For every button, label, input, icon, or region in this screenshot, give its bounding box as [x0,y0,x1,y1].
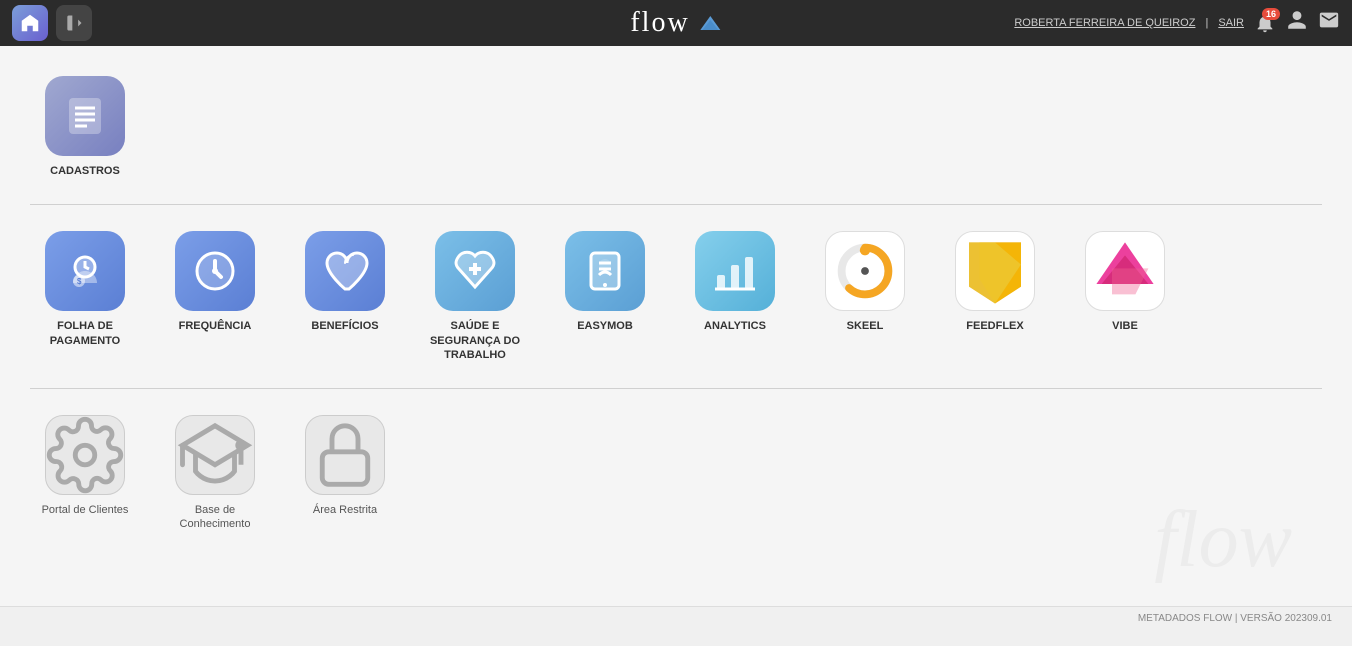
skeel-label: SKEEL [847,319,884,333]
logo-triangle-icon [700,15,722,31]
saude-svg [451,247,499,295]
app-analytics[interactable]: ANALYTICS [680,231,790,362]
benef-icon [305,231,385,311]
app-restrita[interactable]: Área Restrita [290,415,400,532]
footer-text: METADADOS FLOW | VERSÃO 202309.01 [1138,613,1332,624]
svg-text:$: $ [77,277,82,286]
footer: METADADOS FLOW | VERSÃO 202309.01 [0,606,1352,630]
app-vibe[interactable]: VIBE [1070,231,1180,362]
app-cadastros[interactable]: CADASTROS [30,76,140,178]
portal-icon [45,415,125,495]
lock-icon [306,416,384,494]
home-icon [19,12,41,34]
cadastros-label: CADASTROS [50,164,120,178]
logo-area: flow [630,7,721,39]
app-beneficios[interactable]: BENEFÍCIOS [290,231,400,362]
saude-icon [435,231,515,311]
separator: | [1205,17,1208,29]
freq-svg [191,247,239,295]
restrita-icon [305,415,385,495]
nav-left [12,5,92,41]
benef-svg [321,247,369,295]
cadastros-svg [61,92,109,140]
easymob-svg [581,247,629,295]
person-icon [1286,9,1308,31]
nav-right: ROBERTA FERREIRA DE QUEIROZ | SAIR 16 [1014,9,1340,37]
feedflex-icon [955,231,1035,311]
app-skeel[interactable]: SKEEL [810,231,920,362]
app-portal[interactable]: Portal de Clientes [30,415,140,532]
app-saude[interactable]: SAÚDE ESEGURANÇA DOTRABALHO [420,231,530,362]
saude-label: SAÚDE ESEGURANÇA DOTRABALHO [430,319,520,362]
app-feedflex[interactable]: FEEDFLEX [940,231,1050,362]
section-cadastros: CADASTROS [30,66,1322,188]
vibe-icon [1085,231,1165,311]
freq-label: FREQUÊNCIA [179,319,252,333]
app-easymob[interactable]: EASYMOB [550,231,660,362]
section-modules: $ FOLHA DEPAGAMENTO FREQUÊNCIA [30,221,1322,372]
easymob-icon [565,231,645,311]
folha-svg: $ [61,247,109,295]
sair-link[interactable]: SAIR [1218,17,1244,29]
top-navigation: flow ROBERTA FERREIRA DE QUEIROZ | SAIR … [0,0,1352,46]
exit-button[interactable] [56,5,92,41]
user-avatar-icon[interactable] [1286,9,1308,37]
divider-1 [30,204,1322,205]
benef-label: BENEFÍCIOS [311,319,378,333]
main-content: CADASTROS $ FOLHA DEPAGAMENTO [0,46,1352,606]
analytics-svg [711,247,759,295]
portal-label: Portal de Clientes [42,503,129,517]
skeel-svg [826,232,904,310]
cadastros-icon [45,76,125,156]
divider-2 [30,388,1322,389]
base-label: Base deConhecimento [180,503,251,532]
vibe-label: VIBE [1112,319,1138,333]
exit-icon [64,13,84,33]
folha-icon: $ [45,231,125,311]
notifications-button[interactable]: 16 [1254,12,1276,34]
graduation-icon [176,416,254,494]
vibe-svg [1086,232,1164,310]
restrita-label: Área Restrita [313,503,377,517]
user-name[interactable]: ROBERTA FERREIRA DE QUEIROZ [1014,17,1195,29]
section-portals: Portal de Clientes Base deConhecimento [30,405,1322,542]
home-button[interactable] [12,5,48,41]
app-frequencia[interactable]: FREQUÊNCIA [160,231,270,362]
gear-icon [46,416,124,494]
feedflex-svg [956,232,1034,310]
skeel-icon [825,231,905,311]
easymob-label: EASYMOB [577,319,633,333]
mail-icon [1318,9,1340,31]
logo-text: flow [630,7,689,39]
folha-label: FOLHA DEPAGAMENTO [50,319,121,348]
analytics-icon [695,231,775,311]
analytics-label: ANALYTICS [704,319,766,333]
app-folha[interactable]: $ FOLHA DEPAGAMENTO [30,231,140,362]
app-base[interactable]: Base deConhecimento [160,415,270,532]
freq-icon [175,231,255,311]
email-icon[interactable] [1318,9,1340,37]
notification-badge: 16 [1262,8,1280,20]
feedflex-label: FEEDFLEX [966,319,1023,333]
base-icon [175,415,255,495]
